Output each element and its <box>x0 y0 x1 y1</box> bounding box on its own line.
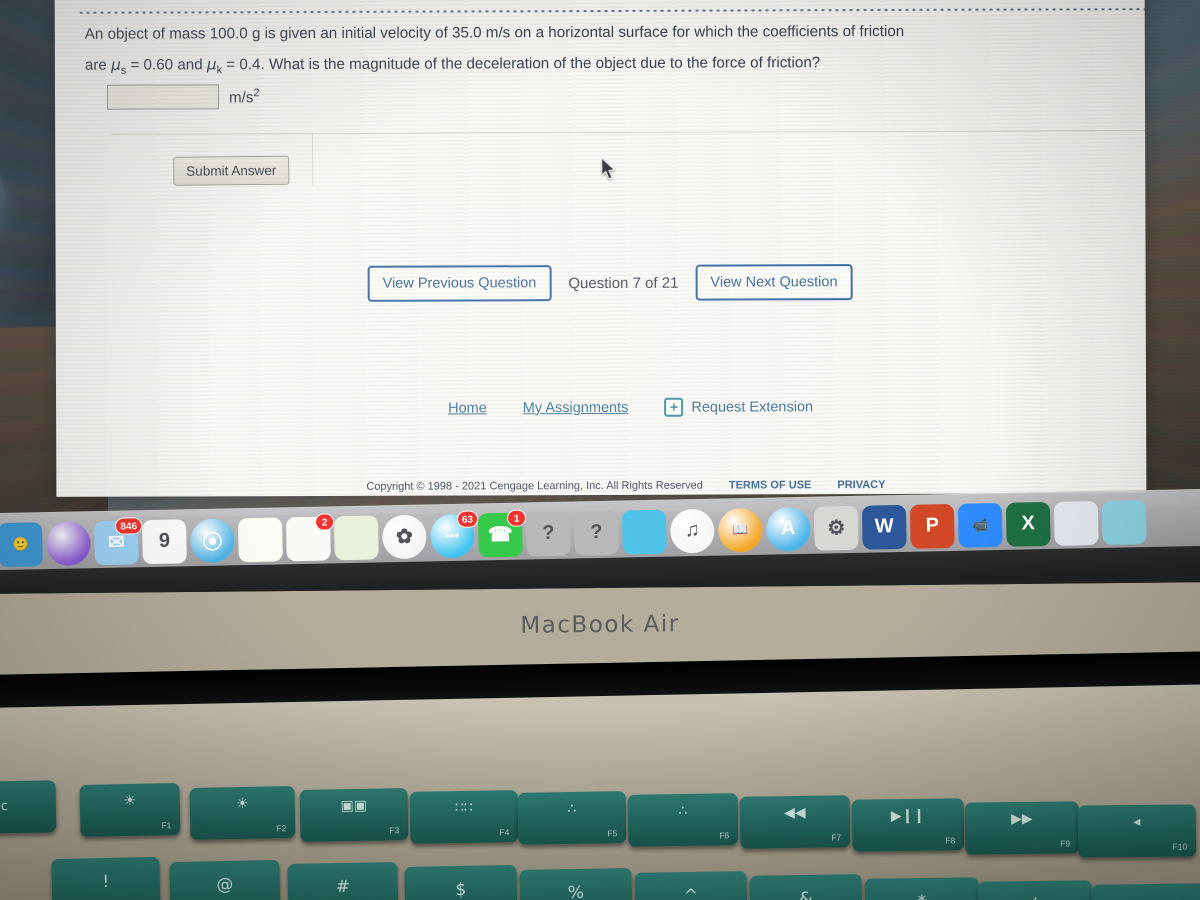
key-f7-icon: ◀◀ <box>783 803 806 821</box>
key-f4-label: F4 <box>499 827 510 838</box>
key-f2[interactable]: ☀ F2 <box>189 786 296 840</box>
key-f5-icon: ∴ <box>567 799 577 817</box>
key-f4[interactable]: ∷∷ F4 <box>409 790 519 844</box>
key-f9-icon: ▶▶ <box>1011 809 1033 827</box>
key-f2-label: F2 <box>276 823 287 834</box>
key-9[interactable]: ( <box>977 880 1093 900</box>
key-esc[interactable]: esc <box>0 780 57 834</box>
key-f6[interactable]: ∴ F6 <box>627 793 739 847</box>
key-1[interactable]: ! <box>51 856 161 900</box>
key-7-cap: & <box>799 888 813 900</box>
key-f8-icon: ▶❙❙ <box>890 806 926 824</box>
key-f3-label: F3 <box>389 825 400 836</box>
key-8[interactable]: * <box>864 877 980 900</box>
key-9-cap: ( <box>978 894 1092 900</box>
key-f9-label: F9 <box>1060 838 1071 849</box>
key-3-cap: # <box>335 876 351 898</box>
key-2-cap: @ <box>216 874 234 896</box>
key-f5-label: F5 <box>607 828 618 839</box>
key-f7[interactable]: ◀◀ F7 <box>739 795 851 849</box>
key-8-cap: * <box>865 891 979 900</box>
key-2[interactable]: @ <box>169 859 281 900</box>
key-5-cap: % <box>567 882 585 900</box>
key-0[interactable]: ) <box>1091 883 1200 900</box>
key-6-cap: ^ <box>683 885 699 900</box>
key-f9[interactable]: ▶▶ F9 <box>964 801 1080 855</box>
key-f1-label: F1 <box>161 820 172 831</box>
key-f6-label: F6 <box>719 830 730 841</box>
key-f8[interactable]: ▶❙❙ F8 <box>851 798 965 852</box>
key-f8-label: F8 <box>945 835 956 846</box>
key-f3-icon: ▣▣ <box>340 796 368 814</box>
key-f10-icon: ◂ <box>1133 812 1141 830</box>
key-3[interactable]: # <box>287 861 399 900</box>
key-esc-cap: esc <box>0 798 9 815</box>
key-f1-icon: ☀ <box>123 791 137 809</box>
key-f6-icon: ∴ <box>678 801 688 819</box>
key-7[interactable]: & <box>749 874 863 900</box>
key-f2-icon: ☀ <box>235 794 249 812</box>
laptop-keyboard[interactable]: esc ☀ F1 ☀ F2 ▣▣ F3 ∷∷ F4 ∴ F5 ∴ F6 ◀◀ F7 ▶❙❙ F8 ▶▶ F9 ◂ F10… <box>0 0 1200 900</box>
key-f10[interactable]: ◂ F10 <box>1077 804 1197 858</box>
key-f1[interactable]: ☀ F1 <box>79 783 181 837</box>
key-4-cap: $ <box>455 879 467 900</box>
key-f10-label: F10 <box>1172 841 1188 852</box>
key-1-cap: ! <box>102 871 110 893</box>
key-6[interactable]: ^ <box>634 871 748 900</box>
key-f5[interactable]: ∴ F5 <box>517 791 627 845</box>
key-f7-label: F7 <box>831 832 842 843</box>
key-5[interactable]: % <box>519 868 633 900</box>
photo-scene: if to sig IC, Nota subir RNA e ΔcpxF sta… <box>0 0 1200 900</box>
key-4[interactable]: $ <box>404 865 518 900</box>
key-f3[interactable]: ▣▣ F3 <box>299 788 409 842</box>
key-f4-icon: ∷∷ <box>454 798 473 816</box>
